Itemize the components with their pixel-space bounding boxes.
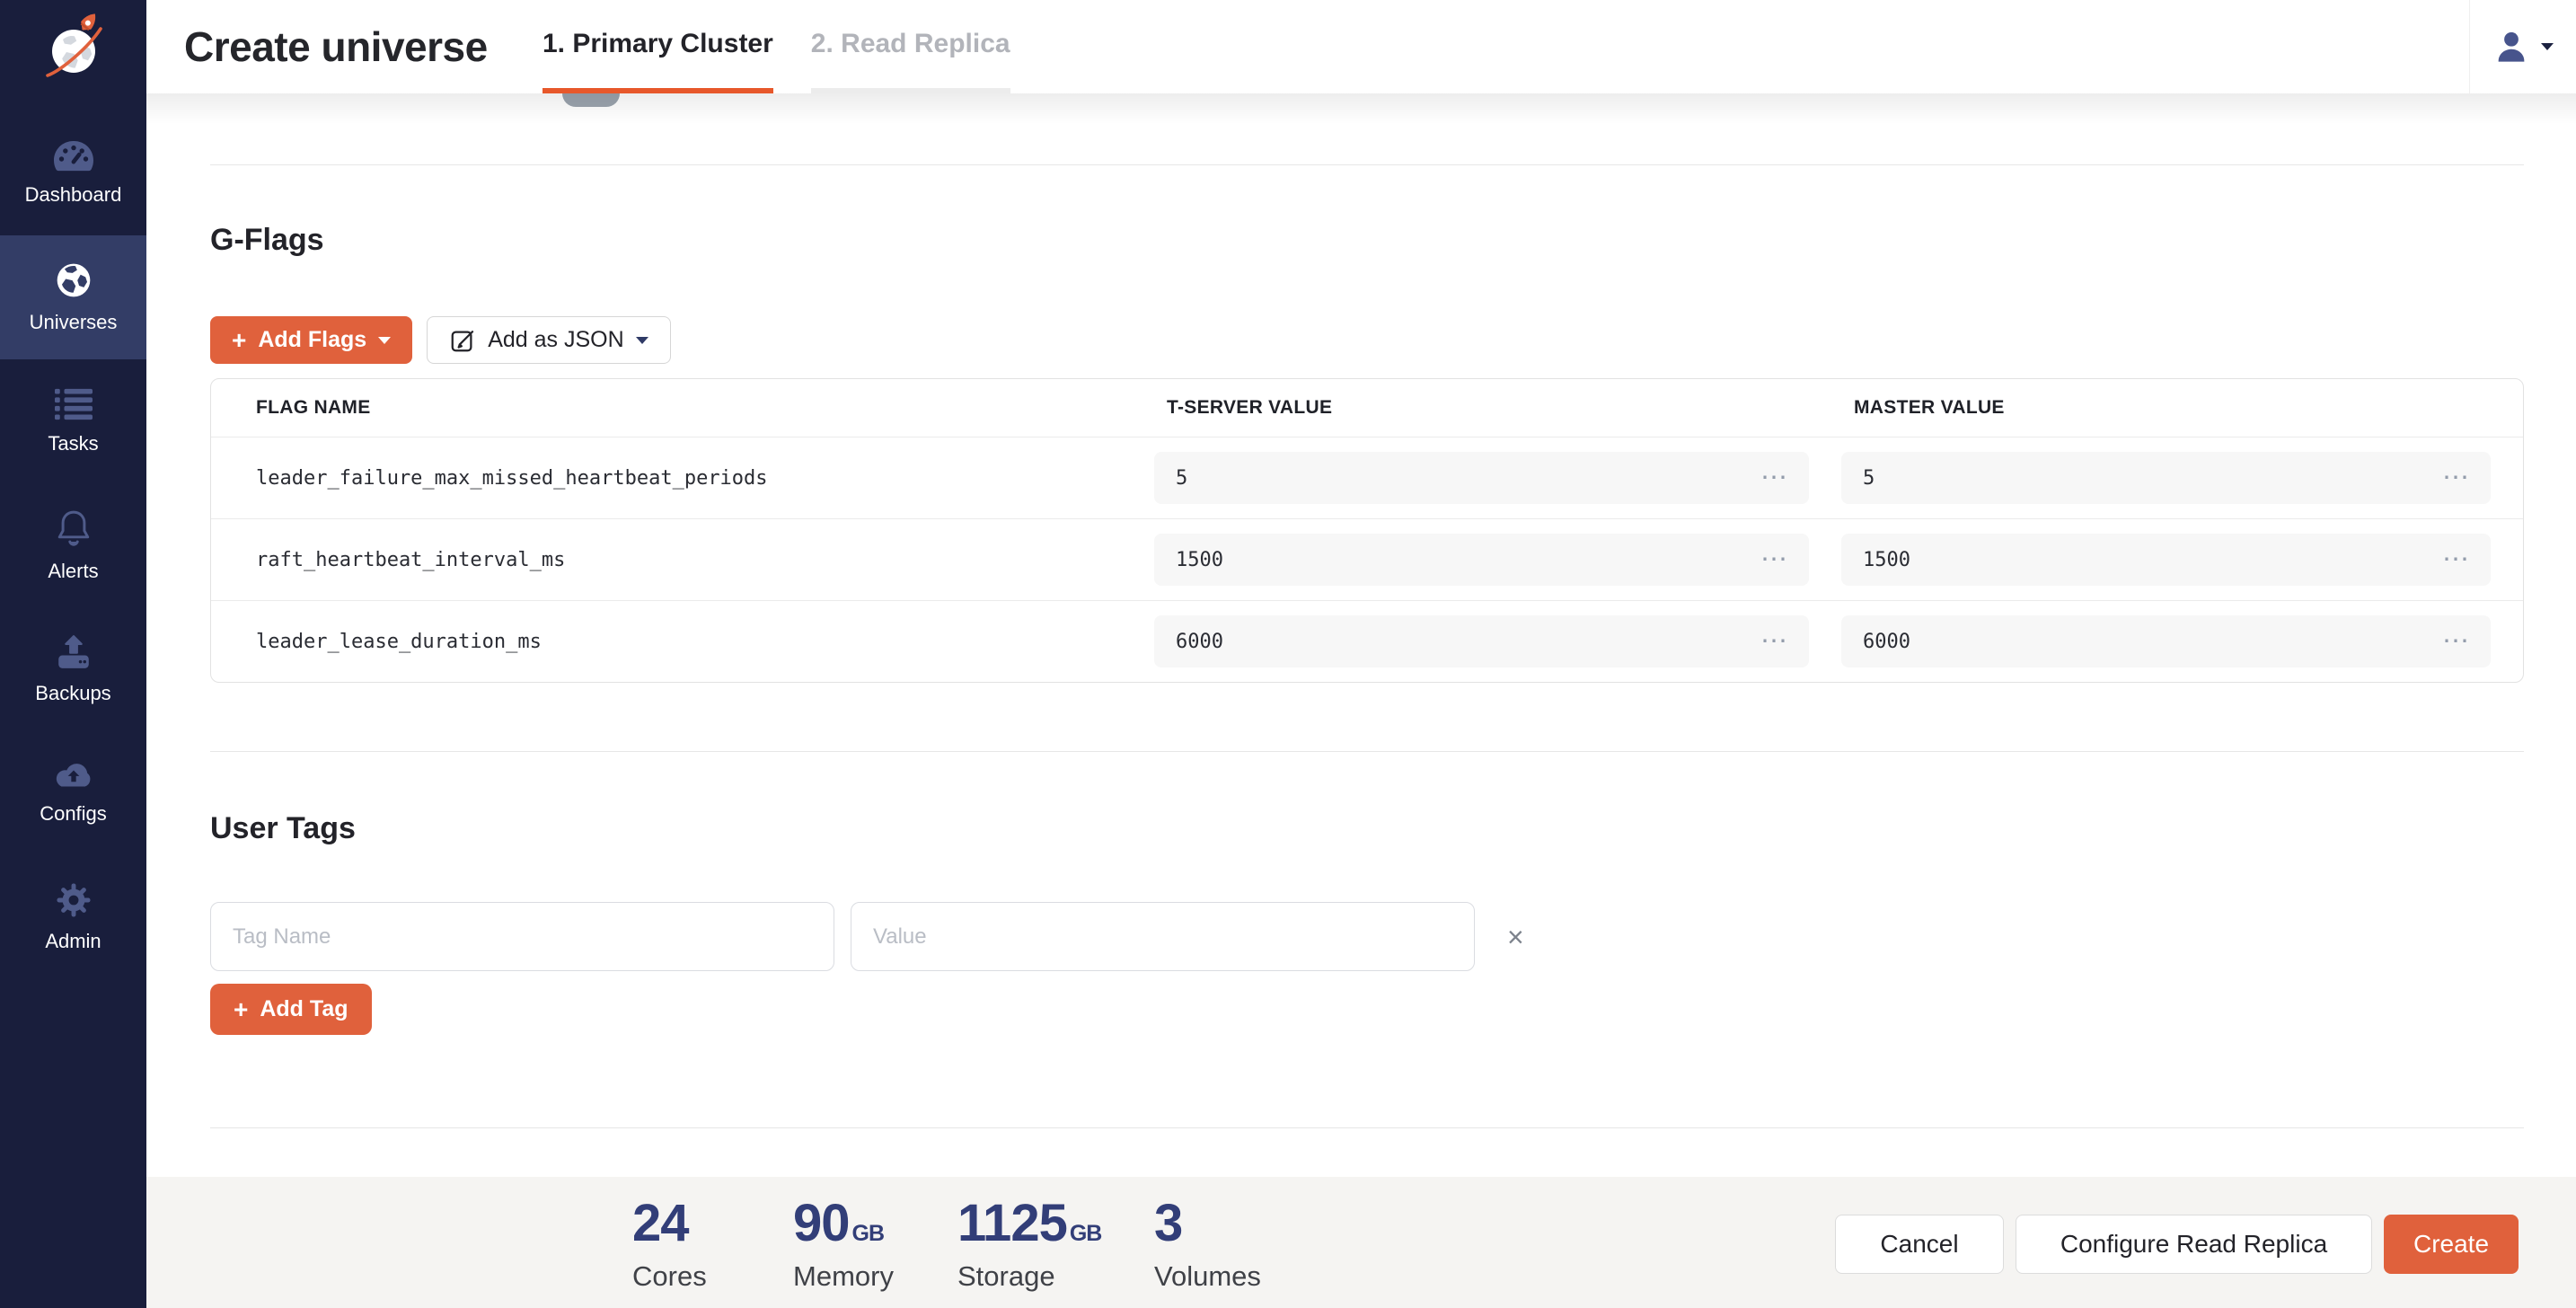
chevron-down-icon bbox=[2541, 43, 2554, 50]
tserver-value-field[interactable]: 5 ⋯ bbox=[1154, 452, 1809, 504]
master-value: 6000 bbox=[1863, 631, 1910, 653]
gflags-table: FLAG NAME T-SERVER VALUE MASTER VALUE le… bbox=[210, 378, 2524, 683]
configure-read-replica-button[interactable]: Configure Read Replica bbox=[2016, 1215, 2372, 1274]
header-scroll-shadow bbox=[146, 93, 2576, 124]
add-as-json-label: Add as JSON bbox=[488, 327, 623, 353]
gflags-table-header: FLAG NAME T-SERVER VALUE MASTER VALUE bbox=[211, 379, 2523, 437]
gflags-heading: G-Flags bbox=[210, 223, 324, 258]
stat-value: 24 bbox=[632, 1194, 689, 1252]
sidebar-item-label: Tasks bbox=[48, 432, 98, 455]
plus-icon: + bbox=[232, 328, 246, 353]
stat-value: 90 bbox=[793, 1194, 850, 1252]
sidebar-item-label: Configs bbox=[40, 802, 107, 826]
gear-icon bbox=[55, 881, 93, 919]
caret-down-icon bbox=[378, 337, 391, 344]
globe-icon bbox=[54, 261, 93, 300]
create-universe-page: Dashboard Universes Tasks bbox=[0, 0, 2576, 1308]
add-tag-label: Add Tag bbox=[260, 996, 348, 1022]
stat-unit: GB bbox=[852, 1221, 885, 1246]
stat-label: Volumes bbox=[1154, 1260, 1261, 1293]
tab-read-replica[interactable]: 2. Read Replica bbox=[811, 0, 1010, 93]
summary-footer: 24 Cores 90GB Memory 1125GB Storage 3 Vo… bbox=[146, 1177, 2576, 1308]
stat-memory: 90GB Memory bbox=[793, 1197, 894, 1293]
section-divider bbox=[210, 164, 2524, 165]
add-flags-button[interactable]: + Add Flags bbox=[210, 316, 412, 364]
account-menu[interactable] bbox=[2469, 0, 2576, 93]
user-tag-row: × bbox=[210, 902, 1524, 971]
sidebar-item-universes[interactable]: Universes bbox=[0, 235, 146, 359]
upload-tray-icon bbox=[55, 633, 93, 671]
master-value: 5 bbox=[1863, 467, 1875, 490]
cloud-upload-icon bbox=[53, 761, 94, 791]
user-icon bbox=[2492, 28, 2530, 66]
tserver-value: 1500 bbox=[1176, 549, 1223, 571]
table-row: leader_failure_max_missed_heartbeat_peri… bbox=[211, 437, 2523, 518]
app-logo[interactable] bbox=[0, 0, 146, 99]
scrolled-toggle-peek bbox=[562, 93, 620, 107]
stat-label: Memory bbox=[793, 1260, 894, 1293]
page-header: Create universe 1. Primary Cluster 2. Re… bbox=[146, 0, 2576, 93]
sidebar-nav: Dashboard Universes Tasks bbox=[0, 111, 146, 979]
tag-name-input[interactable] bbox=[210, 902, 834, 971]
tag-value-input[interactable] bbox=[851, 902, 1475, 971]
section-divider bbox=[210, 751, 2524, 752]
add-tag-button[interactable]: + Add Tag bbox=[210, 984, 372, 1035]
create-button[interactable]: Create bbox=[2384, 1215, 2519, 1274]
add-as-json-button[interactable]: Add as JSON bbox=[427, 316, 670, 364]
master-value: 1500 bbox=[1863, 549, 1910, 571]
sidebar: Dashboard Universes Tasks bbox=[0, 0, 146, 1308]
sidebar-item-label: Backups bbox=[35, 682, 110, 705]
bell-icon bbox=[55, 508, 93, 549]
sidebar-item-label: Universes bbox=[30, 311, 118, 334]
sidebar-item-label: Alerts bbox=[48, 560, 98, 583]
caret-down-icon bbox=[636, 337, 648, 344]
remove-tag-icon[interactable]: × bbox=[1507, 923, 1524, 951]
stat-volumes: 3 Volumes bbox=[1154, 1197, 1261, 1293]
gflags-toolbar: + Add Flags Add as JSON bbox=[210, 316, 671, 364]
speedometer-icon bbox=[53, 140, 94, 172]
tab-primary-cluster[interactable]: 1. Primary Cluster bbox=[543, 0, 773, 93]
footer-actions: Cancel Configure Read Replica Create bbox=[1835, 1215, 2519, 1274]
stat-label: Storage bbox=[957, 1260, 1101, 1293]
stat-value: 1125 bbox=[957, 1194, 1067, 1252]
tserver-value-field[interactable]: 1500 ⋯ bbox=[1154, 534, 1809, 586]
sidebar-item-tasks[interactable]: Tasks bbox=[0, 359, 146, 483]
section-divider bbox=[210, 1127, 2524, 1128]
stat-label: Cores bbox=[632, 1260, 707, 1293]
column-header-master-value: MASTER VALUE bbox=[1841, 397, 2523, 419]
table-row: raft_heartbeat_interval_ms 1500 ⋯ 1500 ⋯ bbox=[211, 518, 2523, 600]
master-value-field[interactable]: 5 ⋯ bbox=[1841, 452, 2491, 504]
add-flags-label: Add Flags bbox=[258, 327, 366, 353]
sidebar-item-label: Dashboard bbox=[25, 183, 122, 207]
sidebar-item-backups[interactable]: Backups bbox=[0, 607, 146, 731]
flag-name: leader_failure_max_missed_heartbeat_peri… bbox=[211, 467, 1154, 490]
flag-name: raft_heartbeat_interval_ms bbox=[211, 549, 1154, 571]
rocket-globe-logo-icon bbox=[44, 11, 103, 81]
tserver-value: 5 bbox=[1176, 467, 1187, 490]
sidebar-item-configs[interactable]: Configs bbox=[0, 731, 146, 855]
master-value-field[interactable]: 6000 ⋯ bbox=[1841, 615, 2491, 667]
master-value-field[interactable]: 1500 ⋯ bbox=[1841, 534, 2491, 586]
wizard-tabs: 1. Primary Cluster 2. Read Replica bbox=[543, 0, 1010, 93]
page-title: Create universe bbox=[184, 22, 488, 71]
sidebar-item-dashboard[interactable]: Dashboard bbox=[0, 111, 146, 235]
column-header-tserver-value: T-SERVER VALUE bbox=[1154, 397, 1841, 419]
flag-name: leader_lease_duration_ms bbox=[211, 631, 1154, 653]
plus-icon: + bbox=[234, 997, 248, 1022]
table-row: leader_lease_duration_ms 6000 ⋯ 6000 ⋯ bbox=[211, 600, 2523, 682]
tserver-value-field[interactable]: 6000 ⋯ bbox=[1154, 615, 1809, 667]
tserver-value: 6000 bbox=[1176, 631, 1223, 653]
stat-value: 3 bbox=[1154, 1194, 1182, 1252]
stat-cores: 24 Cores bbox=[632, 1197, 707, 1293]
list-icon bbox=[55, 387, 93, 421]
edit-pencil-icon bbox=[449, 327, 476, 354]
sidebar-item-label: Admin bbox=[45, 930, 101, 953]
column-header-flag-name: FLAG NAME bbox=[211, 397, 1154, 419]
sidebar-item-admin[interactable]: Admin bbox=[0, 855, 146, 979]
stat-unit: GB bbox=[1070, 1221, 1102, 1246]
user-tags-heading: User Tags bbox=[210, 811, 356, 846]
cancel-button[interactable]: Cancel bbox=[1835, 1215, 2004, 1274]
sidebar-item-alerts[interactable]: Alerts bbox=[0, 483, 146, 607]
stat-storage: 1125GB Storage bbox=[957, 1197, 1101, 1293]
